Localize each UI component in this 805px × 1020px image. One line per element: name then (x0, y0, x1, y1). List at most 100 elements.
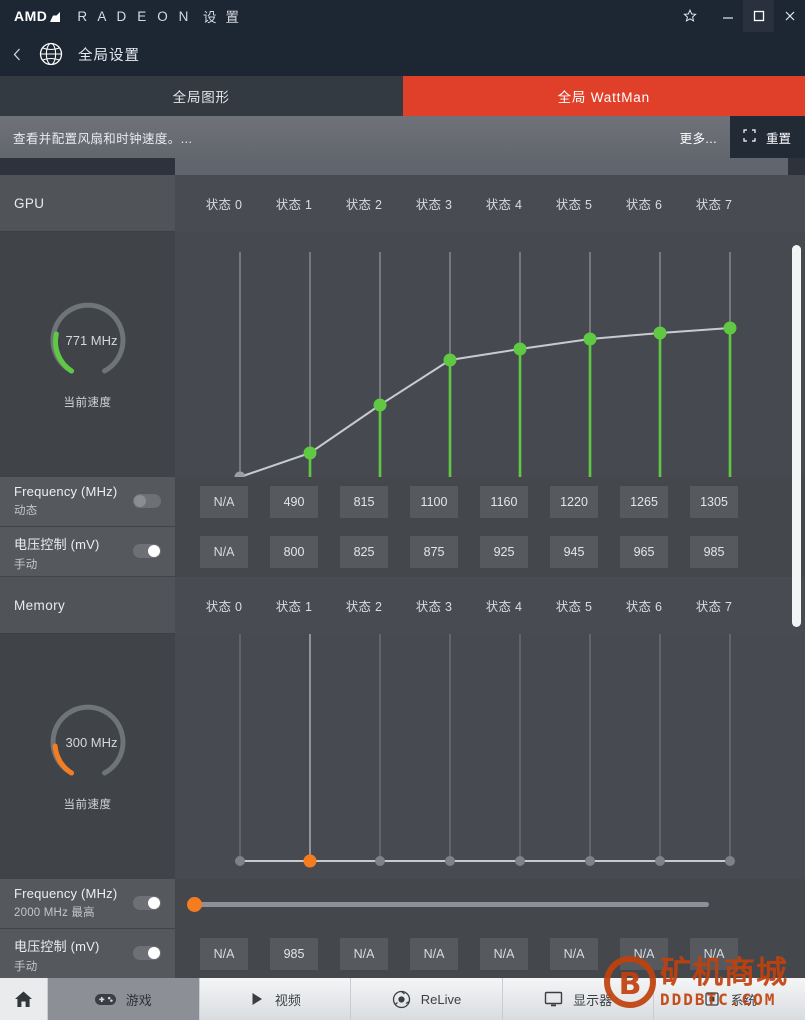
gpu-frequency-label-row: Frequency (MHz) 动态 (0, 477, 175, 527)
tab-global-graphics[interactable]: 全局图形 (0, 76, 403, 116)
page-title: 全局设置 (78, 47, 140, 64)
memory-voltage-cell-2[interactable]: N/A (329, 938, 399, 970)
memory-voltage-cell-6[interactable]: N/A (609, 938, 679, 970)
gpu-voltage-cell-3[interactable]: 875 (399, 536, 469, 568)
amd-logo: AMD (14, 8, 61, 24)
gpu-state-label-1[interactable]: 状态 1 (259, 194, 329, 213)
memory-voltage-toggle[interactable] (133, 946, 161, 960)
horizontal-scrollbar-thumb[interactable] (175, 158, 788, 175)
gpu-gauge-value: 771 MHz (65, 332, 118, 348)
gpu-voltage-cell-4[interactable]: 925 (469, 536, 539, 568)
tab-global-wattman-label: 全局 WattMan (557, 90, 650, 105)
gpu-state-header: 状态 0 状态 1 状态 2 状态 3 状态 4 状态 5 状态 6 状态 7 (175, 175, 805, 232)
memory-frequency-toggle[interactable] (133, 896, 161, 910)
gpu-state-label-0[interactable]: 状态 0 (189, 194, 259, 213)
memory-gauge-panel: 300 MHz 当前速度 (0, 634, 175, 879)
memory-voltage-cell-4[interactable]: N/A (469, 938, 539, 970)
window-controls (674, 0, 805, 32)
memory-state-label-2[interactable]: 状态 2 (329, 596, 399, 615)
relive-icon (392, 990, 411, 1009)
memory-state-label-6[interactable]: 状态 6 (609, 596, 679, 615)
gpu-frequency-cell-4[interactable]: 1160 (469, 486, 539, 518)
nav-games[interactable]: 游戏 (48, 978, 200, 1020)
memory-state-label-1[interactable]: 状态 1 (259, 596, 329, 615)
more-button[interactable]: 更多... (680, 128, 730, 147)
gpu-frequency-cell-2[interactable]: 815 (329, 486, 399, 518)
nav-system[interactable]: 系统 (654, 978, 805, 1020)
gpu-voltage-cell-1[interactable]: 800 (259, 536, 329, 568)
gpu-frequency-cell-3[interactable]: 1100 (399, 486, 469, 518)
memory-state-label-4[interactable]: 状态 4 (469, 596, 539, 615)
reset-icon (742, 128, 757, 146)
memory-voltage-cell-1[interactable]: 985 (259, 938, 329, 970)
gpu-frequency-cell-0[interactable]: N/A (189, 486, 259, 518)
gpu-voltage-cell-6[interactable]: 965 (609, 536, 679, 568)
memory-frequency-slider[interactable] (187, 896, 709, 912)
nav-display[interactable]: 显示器 (502, 978, 655, 1020)
memory-voltage-cell-5[interactable]: N/A (539, 938, 609, 970)
reset-button[interactable]: 重置 (729, 116, 805, 158)
gpu-frequency-cell-7[interactable]: 1305 (679, 486, 749, 518)
gpu-state-label-4[interactable]: 状态 4 (469, 194, 539, 213)
amd-logo-text: AMD (14, 8, 48, 24)
nav-home[interactable] (0, 978, 48, 1020)
section-title-memory: Memory (14, 597, 66, 613)
gpu-gauge-panel: 771 MHz 当前速度 (0, 232, 175, 477)
nav-video[interactable]: 视频 (199, 978, 352, 1020)
vertical-scrollbar-thumb[interactable] (792, 245, 801, 627)
memory-frequency-chart[interactable] (175, 634, 805, 879)
gpu-voltage-cell-7[interactable]: 985 (679, 536, 749, 568)
minimize-icon[interactable] (712, 0, 743, 32)
radeon-wordmark: R A D E O N (77, 8, 193, 24)
gpu-frequency-cell-5[interactable]: 1220 (539, 486, 609, 518)
gpu-state-label-5[interactable]: 状态 5 (539, 194, 609, 213)
memory-voltage-cell-7[interactable]: N/A (679, 938, 749, 970)
memory-speed-gauge: 300 MHz (47, 701, 129, 783)
nav-video-label: 视频 (274, 992, 301, 1008)
monitor-icon (544, 991, 563, 1008)
gpu-state-label-7[interactable]: 状态 7 (679, 194, 749, 213)
gpu-voltage-cell-0[interactable]: N/A (189, 536, 259, 568)
app-title: 设 置 (203, 10, 242, 25)
tab-global-wattman[interactable]: 全局 WattMan (402, 76, 805, 116)
gpu-state-label-3[interactable]: 状态 3 (399, 194, 469, 213)
memory-gauge-caption: 当前速度 (63, 799, 112, 811)
nav-system-label: 系统 (730, 992, 757, 1008)
memory-state-label-3[interactable]: 状态 3 (399, 596, 469, 615)
amd-arrow-icon (49, 11, 61, 22)
back-chevron-icon[interactable] (0, 47, 34, 62)
nav-games-label: 游戏 (125, 992, 152, 1008)
breadcrumb: 全局设置 (0, 32, 805, 76)
memory-state-label-5[interactable]: 状态 5 (539, 596, 609, 615)
gpu-state-label-2[interactable]: 状态 2 (329, 194, 399, 213)
reset-label: 重置 (765, 131, 791, 146)
gpu-voltage-label-row: 电压控制 (mV) 手动 (0, 527, 175, 577)
memory-state-label-0[interactable]: 状态 0 (189, 596, 259, 615)
tab-bar: 全局图形 全局 WattMan (0, 76, 805, 116)
wattman-toolbar: 查看并配置风扇和时钟速度。... 更多... 重置 (0, 116, 805, 158)
gpu-frequency-values-row: N/A 490 815 1100 1160 1220 1265 1305 (175, 477, 805, 527)
gamepad-icon (94, 992, 116, 1007)
nav-relive[interactable]: ReLive (351, 978, 503, 1020)
gpu-voltage-cell-2[interactable]: 825 (329, 536, 399, 568)
toolbar-description: 查看并配置风扇和时钟速度。... (13, 131, 193, 146)
memory-frequency-slider-knob[interactable] (187, 896, 202, 912)
gpu-voltage-toggle[interactable] (133, 544, 161, 558)
right-values-column: 状态 0 状态 1 状态 2 状态 3 状态 4 状态 5 状态 6 状态 7 (175, 175, 805, 978)
gpu-gauge-caption: 当前速度 (63, 397, 112, 409)
gpu-state-label-6[interactable]: 状态 6 (609, 194, 679, 213)
maximize-icon[interactable] (743, 0, 774, 32)
close-icon[interactable] (774, 0, 805, 32)
star-icon[interactable] (674, 0, 705, 32)
gpu-frequency-chart[interactable] (175, 232, 805, 477)
gpu-frequency-toggle[interactable] (133, 494, 161, 508)
gpu-frequency-cell-6[interactable]: 1265 (609, 486, 679, 518)
horizontal-scrollbar-track[interactable] (0, 158, 805, 175)
gpu-frequency-cell-1[interactable]: 490 (259, 486, 329, 518)
memory-state-label-7[interactable]: 状态 7 (679, 596, 749, 615)
memory-voltage-cell-0[interactable]: N/A (189, 938, 259, 970)
memory-voltage-cell-3[interactable]: N/A (399, 938, 469, 970)
left-labels-column: GPU 771 MHz 当前速度 Frequency (MHz) 动态 电压控制… (0, 175, 175, 978)
memory-state-header: 状态 0 状态 1 状态 2 状态 3 状态 4 状态 5 状态 6 状态 7 (175, 577, 805, 634)
gpu-voltage-cell-5[interactable]: 945 (539, 536, 609, 568)
